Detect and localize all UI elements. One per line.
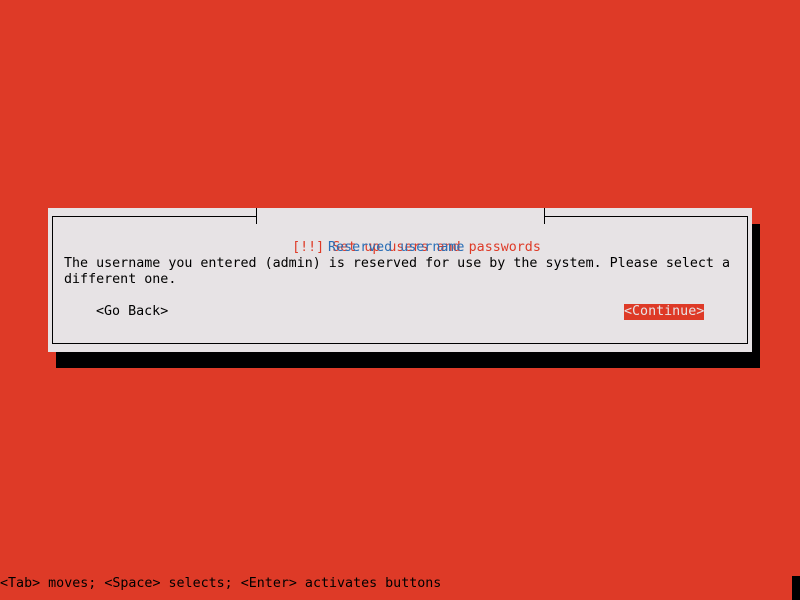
dialog-heading: Reserved username [328, 240, 465, 255]
status-bar-hint: <Tab> moves; <Space> selects; <Enter> ac… [0, 576, 442, 591]
title-left-rule [256, 208, 257, 224]
dialog-title: [!!] Set up users and passwords [256, 208, 545, 255]
continue-button[interactable]: <Continue> [624, 304, 705, 320]
reserved-username-dialog: [!!] Set up users and passwords Reserved… [48, 208, 752, 352]
dialog-message: The username you entered (admin) is rese… [64, 256, 739, 287]
go-back-button[interactable]: <Go Back> [96, 304, 168, 320]
title-right-rule [543, 208, 545, 224]
installer-screen: { "dialog": { "title": "[!!] Set up user… [0, 0, 800, 600]
status-bar-cursor [792, 576, 800, 600]
